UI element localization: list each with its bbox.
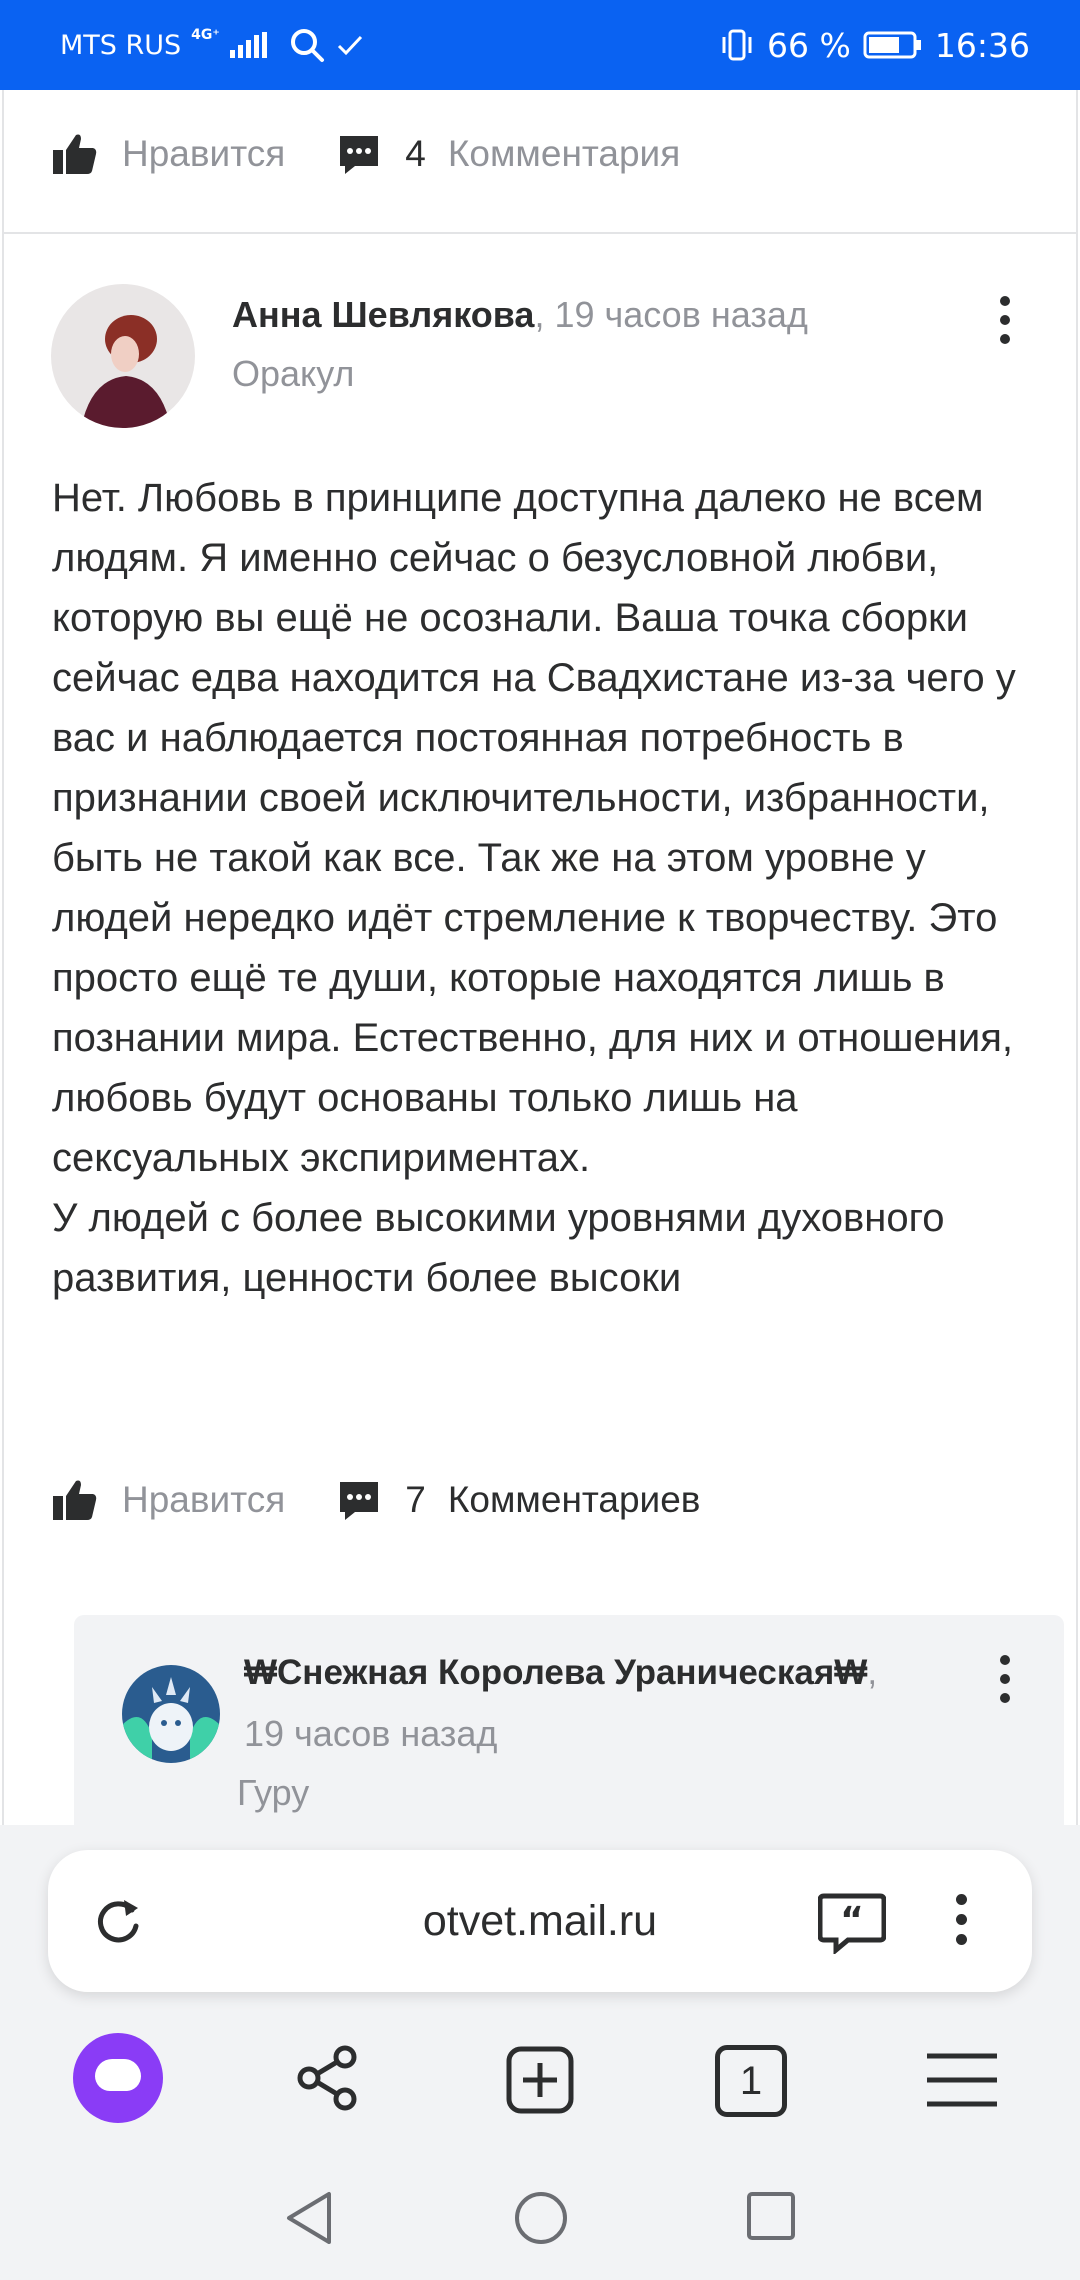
author-rank: Оракул	[232, 353, 355, 394]
answer-more-button[interactable]	[998, 296, 1012, 344]
comment-count: 7	[405, 1479, 426, 1520]
answer-actions: Нравится 7 Комментариев	[52, 1478, 700, 1522]
comment-avatar[interactable]	[122, 1665, 220, 1763]
answer-like-button[interactable]: Нравится	[52, 1478, 285, 1522]
comment-time: 19 часов назад	[244, 1713, 498, 1754]
svg-text:“: “	[840, 1900, 864, 1941]
battery-icon	[863, 31, 921, 59]
home-nav-icon[interactable]	[513, 2190, 569, 2246]
alice-assistant-button[interactable]	[73, 2033, 163, 2123]
thumbs-up-icon	[53, 134, 97, 174]
comment-label: Комментария	[447, 133, 681, 174]
comment-icon	[340, 136, 379, 174]
like-label: Нравится	[122, 133, 286, 174]
back-nav-icon[interactable]	[283, 2190, 335, 2246]
status-left: MTS RUS 4G⁺	[60, 0, 365, 90]
comment-comma: ,	[867, 1653, 878, 1692]
network-type: 4G⁺	[191, 27, 220, 43]
check-icon	[337, 35, 362, 56]
answer-author-line: Анна Шевлякова, 19 часов назад	[232, 294, 808, 336]
avatar[interactable]	[51, 284, 195, 428]
comment-author-name[interactable]: ₩Снежная Королева Ураническая₩	[244, 1653, 867, 1692]
search-icon	[290, 29, 324, 62]
like-button[interactable]: Нравится	[52, 132, 285, 176]
tabs-counter-button[interactable]: 1	[715, 2045, 787, 2117]
signal-icon	[229, 32, 267, 58]
question-actions: Нравится 4 Комментария	[52, 132, 680, 176]
carrier-label: MTS RUS	[60, 29, 182, 61]
clock: 16:36	[934, 25, 1030, 65]
status-bar: MTS RUS 4G⁺ 66 % 16:36	[0, 0, 1080, 90]
comment-author-line: ₩Снежная Королева Ураническая₩,	[244, 1653, 877, 1693]
answer-time: , 19 часов назад	[534, 294, 808, 335]
comment-more-button[interactable]	[998, 1655, 1012, 1703]
status-right: 66 % 16:36	[719, 0, 1030, 90]
answer-text: Нет. Любовь в принципе доступна далеко н…	[52, 476, 1016, 1300]
comment-card: ₩Снежная Королева Ураническая₩, 19 часов…	[74, 1615, 1064, 1825]
page-content: Нравится 4 Комментария Анна Шевлякова, 1…	[0, 90, 1080, 1825]
thumbs-up-icon	[53, 1480, 97, 1520]
comment-icon	[340, 1482, 379, 1520]
address-bar[interactable]: otvet.mail.ru “	[48, 1850, 1032, 1992]
battery-percent: 66 %	[767, 25, 851, 65]
answer-comments-button[interactable]: 7 Комментариев	[337, 1478, 700, 1522]
comment-label: Комментариев	[447, 1479, 701, 1520]
hamburger-menu-icon[interactable]	[925, 2050, 999, 2110]
browser-menu-button[interactable]	[954, 1894, 968, 1945]
comment-count: 4	[405, 133, 426, 174]
comment-rank: Гуру	[237, 1772, 310, 1813]
new-tab-icon[interactable]	[505, 2045, 575, 2115]
share-icon[interactable]	[293, 2043, 363, 2113]
reader-quote-icon[interactable]: “	[818, 1892, 886, 1954]
like-label: Нравится	[122, 1479, 286, 1520]
browser-toolbar: otvet.mail.ru “ 1	[0, 1825, 1080, 2280]
vibrate-icon	[722, 29, 752, 61]
author-name[interactable]: Анна Шевлякова	[232, 294, 534, 335]
recents-nav-icon[interactable]	[745, 2190, 797, 2242]
comments-button[interactable]: 4 Комментария	[337, 132, 680, 176]
